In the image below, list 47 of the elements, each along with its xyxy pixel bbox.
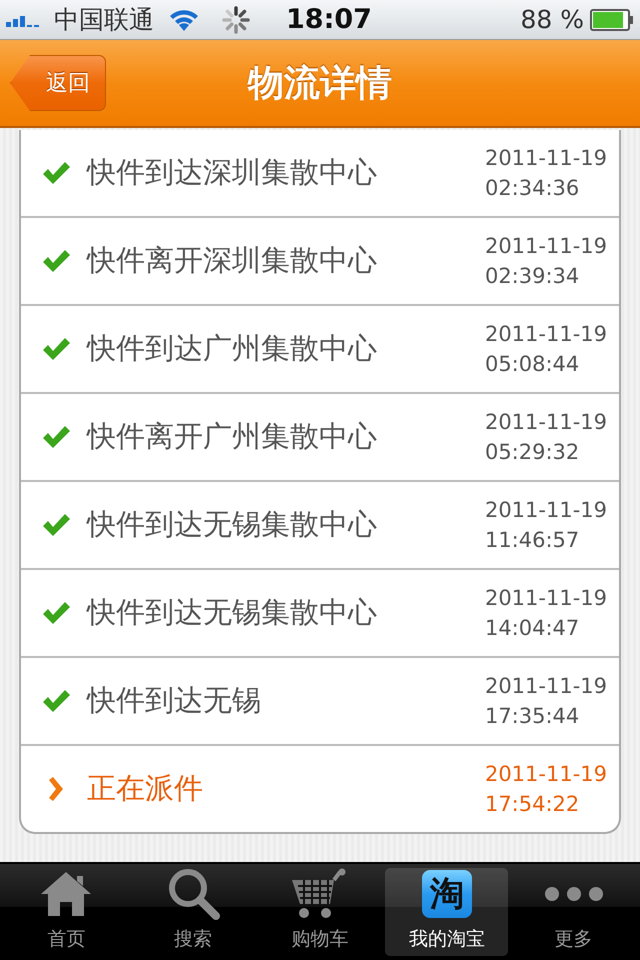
checkmark-icon — [41, 336, 71, 362]
event-time: 05:08:44 — [484, 351, 580, 378]
tracking-event: 正在派件 — [87, 770, 204, 807]
carrier-name: 中国联通 — [54, 4, 154, 36]
event-time: 02:39:34 — [484, 263, 580, 290]
tracking-event: 快件离开广州集散中心 — [87, 418, 378, 455]
event-time: 11:46:57 — [484, 527, 580, 554]
tracking-event: 快件到达深圳集散中心 — [87, 154, 378, 191]
event-date: 2011-11-19 — [484, 321, 607, 348]
tracking-event: 快件到达无锡集散中心 — [87, 506, 378, 543]
checkmark-icon — [41, 688, 71, 714]
event-time: 14:04:47 — [484, 615, 580, 642]
event-time: 17:35:44 — [484, 703, 580, 730]
event-date: 2011-11-19 — [484, 761, 607, 788]
tracking-event: 快件离开深圳集散中心 — [87, 242, 378, 279]
event-time: 02:34:36 — [484, 175, 580, 202]
home-icon — [39, 870, 94, 918]
event-date: 2011-11-19 — [484, 145, 607, 172]
checkmark-icon — [41, 600, 71, 626]
wifi-icon — [168, 8, 200, 32]
event-time: 05:29:32 — [484, 439, 580, 466]
event-date: 2011-11-19 — [484, 497, 607, 524]
battery-icon — [590, 8, 634, 30]
event-time: 17:54:22 — [484, 791, 580, 818]
page-title: 物流详情 — [248, 62, 392, 104]
tab-bar-item[interactable]: 搜索 — [132, 868, 255, 956]
event-date: 2011-11-19 — [484, 233, 607, 260]
tab-bar-item[interactable]: 更多 — [512, 868, 635, 956]
search-icon — [166, 866, 220, 920]
tracking-event: 快件到达广州集散中心 — [87, 330, 378, 367]
clock-time: 18:07 — [286, 4, 372, 35]
event-date: 2011-11-19 — [484, 409, 607, 436]
taobao-icon: 淘 — [422, 870, 472, 918]
checkmark-icon — [41, 512, 71, 538]
tab-bar-item[interactable]: 淘 我的淘宝 — [385, 868, 508, 956]
loading-spinner-icon — [222, 6, 250, 34]
battery-percent: 88 % — [520, 5, 584, 34]
event-date: 2011-11-19 — [484, 673, 607, 700]
tab-bar-item[interactable]: 首页 — [5, 868, 128, 956]
event-date: 2011-11-19 — [484, 585, 607, 612]
checkmark-icon — [41, 424, 71, 450]
tab-bar-item[interactable]: 购物车 — [258, 868, 382, 956]
tracking-event: 快件到达无锡集散中心 — [87, 594, 378, 631]
tracking-event: 快件到达无锡 — [87, 682, 262, 719]
checkmark-icon — [41, 248, 71, 274]
checkmark-icon — [41, 160, 71, 186]
more-icon — [544, 886, 604, 902]
